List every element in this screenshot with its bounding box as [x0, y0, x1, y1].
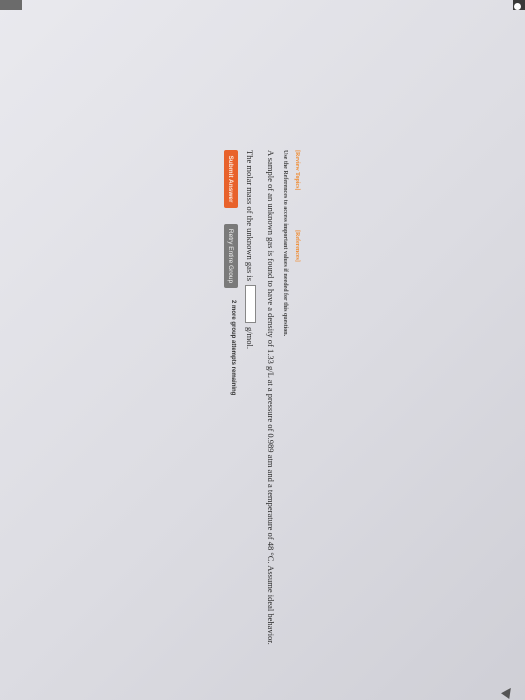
answer-unit: g/mol. — [245, 327, 256, 349]
top-links: [Review Topics] [References] — [286, 150, 300, 450]
retry-group-button[interactable]: Retry Entire Group — [224, 224, 238, 288]
photo-corner-left — [0, 0, 22, 10]
browser-dot-icon — [514, 3, 521, 10]
question-text: A sample of an unknown gas is found to h… — [266, 150, 276, 645]
references-instructions: Use the References to access important v… — [282, 150, 288, 337]
answer-line: The molar mass of the unknown gas is g/m… — [245, 150, 256, 349]
question-page: [Review Topics] [References] Use the Ref… — [0, 140, 300, 645]
references-link[interactable]: [References] — [294, 230, 300, 262]
cursor-arrow-icon — [501, 685, 515, 699]
answer-prefix: The molar mass of the unknown gas is — [245, 150, 256, 282]
attempts-remaining: 2 more group attempts remaining — [230, 300, 236, 396]
submit-answer-button[interactable]: Submit Answer — [224, 150, 238, 208]
review-topics-link[interactable]: [Review Topics] — [294, 150, 300, 191]
molar-mass-input[interactable] — [245, 285, 256, 324]
